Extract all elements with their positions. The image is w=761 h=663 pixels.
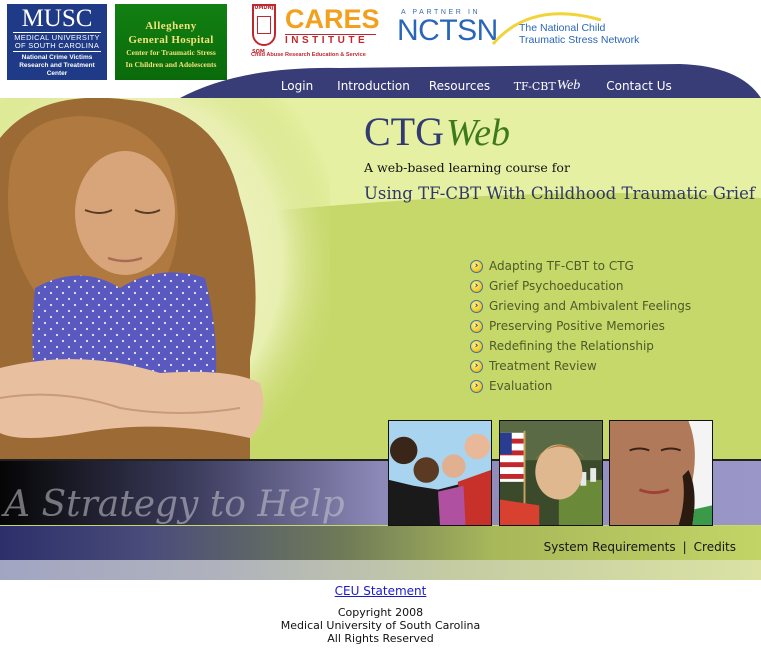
module-link-label: Evaluation bbox=[489, 379, 553, 393]
nav-tf-cbt-web[interactable]: TF-CBT Web bbox=[501, 68, 593, 98]
module-link[interactable]: › Adapting TF-CBT to CTG bbox=[470, 256, 691, 276]
footer-separator: | bbox=[682, 540, 687, 554]
nav-resources[interactable]: Resources bbox=[421, 68, 498, 98]
nav-login[interactable]: Login bbox=[268, 68, 326, 98]
arrow-bullet-icon: › bbox=[470, 259, 483, 273]
module-link-label: Redefining the Relationship bbox=[489, 339, 654, 353]
nctsn-title: NCTSN bbox=[397, 14, 498, 47]
copyright-line2: Medical University of South Carolina bbox=[280, 619, 481, 632]
arrow-bullet-icon: › bbox=[470, 379, 483, 393]
hero-title-block: CTGWeb A web-based learning course for U… bbox=[364, 109, 755, 204]
copyright-line3: All Rights Reserved bbox=[327, 632, 434, 645]
module-link[interactable]: › Grief Psychoeducation bbox=[470, 276, 691, 296]
module-link[interactable]: › Evaluation bbox=[470, 376, 691, 396]
musc-logo-line3: Center bbox=[46, 70, 68, 77]
copyright-line1: Copyright 2008 bbox=[337, 606, 424, 619]
arrow-bullet-icon: › bbox=[470, 319, 483, 333]
nctsn-name-line2: Traumatic Stress Network bbox=[519, 34, 640, 46]
umdnj-shield-icon: UMDNJ SOM bbox=[252, 4, 276, 55]
arrow-bullet-icon: › bbox=[470, 339, 483, 353]
module-link-label: Adapting TF-CBT to CTG bbox=[489, 259, 634, 273]
site-header: MUSC MEDICAL UNIVERSITY OF SOUTH CAROLIN… bbox=[0, 0, 761, 98]
credits-link[interactable]: Credits bbox=[694, 540, 736, 554]
strategy-tagline: A Strategy to Help bbox=[4, 484, 345, 525]
nctsn-logo[interactable]: A PARTNER IN NCTSN The National Child Tr… bbox=[395, 6, 655, 48]
nav-login-label: Login bbox=[280, 79, 314, 93]
site-title-main: CTG bbox=[364, 109, 444, 154]
cares-institute-logo[interactable]: UMDNJ SOM CARES INSTITUTE Child Abuse Re… bbox=[251, 4, 380, 60]
footer-bar-lower bbox=[0, 560, 761, 580]
system-requirements-link[interactable]: System Requirements bbox=[544, 540, 676, 554]
nav-introduction-label: Introduction bbox=[337, 79, 410, 93]
umdnj-label: UMDNJ bbox=[254, 5, 274, 11]
cares-title: CARES bbox=[285, 4, 380, 34]
nav-resources-label: Resources bbox=[428, 79, 491, 93]
course-subtitle: A web-based learning course for bbox=[364, 160, 570, 175]
arrow-bullet-icon: › bbox=[470, 279, 483, 293]
musc-logo-title: MUSC bbox=[21, 5, 93, 32]
teen-girl-photo bbox=[609, 420, 713, 526]
allegheny-logo-line2: General Hospital bbox=[128, 34, 214, 46]
cares-institute-label: INSTITUTE bbox=[285, 34, 376, 46]
course-title: Using TF-CBT With Childhood Traumatic Gr… bbox=[364, 184, 755, 203]
footer-links: System Requirements | Credits bbox=[544, 540, 736, 554]
nctsn-name-line1: The National Child bbox=[519, 22, 606, 34]
nctsn-name: The National Child Traumatic Stress Netw… bbox=[519, 22, 639, 46]
arrow-bullet-icon: › bbox=[470, 299, 483, 313]
copyright: Copyright 2008 Medical University of Sou… bbox=[0, 606, 761, 645]
nav-tf-cbt-web-suffix: Web bbox=[556, 78, 581, 93]
arrow-bullet-icon: › bbox=[470, 359, 483, 373]
ceu-section: CEU Statement bbox=[0, 584, 761, 598]
musc-logo-subtitle: MEDICAL UNIVERSITY OF SOUTH CAROLINA bbox=[13, 32, 101, 52]
caduceus-icon bbox=[257, 16, 271, 34]
nav-introduction[interactable]: Introduction bbox=[329, 68, 418, 98]
musc-logo-line1: National Crime Victims bbox=[21, 54, 93, 61]
module-link[interactable]: › Preserving Positive Memories bbox=[470, 316, 691, 336]
nav-contact-us-label: Contact Us bbox=[606, 79, 672, 93]
module-link-label: Grief Psychoeducation bbox=[489, 279, 624, 293]
allegheny-logo-line3: Center for Traumatic Stress bbox=[126, 48, 216, 57]
children-group-photo bbox=[388, 420, 492, 526]
musc-logo-line2: Research and Treatment bbox=[19, 62, 95, 69]
ceu-statement-link[interactable]: CEU Statement bbox=[335, 584, 427, 598]
site-title: CTGWeb bbox=[364, 109, 755, 154]
girl-photo bbox=[0, 98, 330, 460]
musc-logo[interactable]: MUSC MEDICAL UNIVERSITY OF SOUTH CAROLIN… bbox=[7, 4, 107, 80]
module-link-label: Preserving Positive Memories bbox=[489, 319, 665, 333]
module-link[interactable]: › Treatment Review bbox=[470, 356, 691, 376]
nav-contact-us[interactable]: Contact Us bbox=[596, 68, 682, 98]
module-link-label: Treatment Review bbox=[489, 359, 597, 373]
allegheny-logo-line1: Allegheny bbox=[145, 20, 197, 32]
hero-banner: CTGWeb A web-based learning course for U… bbox=[0, 98, 761, 526]
module-link[interactable]: › Grieving and Ambivalent Feelings bbox=[470, 296, 691, 316]
site-title-web: Web bbox=[446, 112, 511, 154]
boy-with-flag-photo bbox=[499, 420, 603, 526]
module-menu: › Adapting TF-CBT to CTG › Grief Psychoedu… bbox=[470, 256, 691, 396]
module-link-label: Grieving and Ambivalent Feelings bbox=[489, 299, 692, 313]
module-link[interactable]: › Redefining the Relationship bbox=[470, 336, 691, 356]
nav-tf-cbt-label: TF-CBT bbox=[513, 79, 556, 93]
